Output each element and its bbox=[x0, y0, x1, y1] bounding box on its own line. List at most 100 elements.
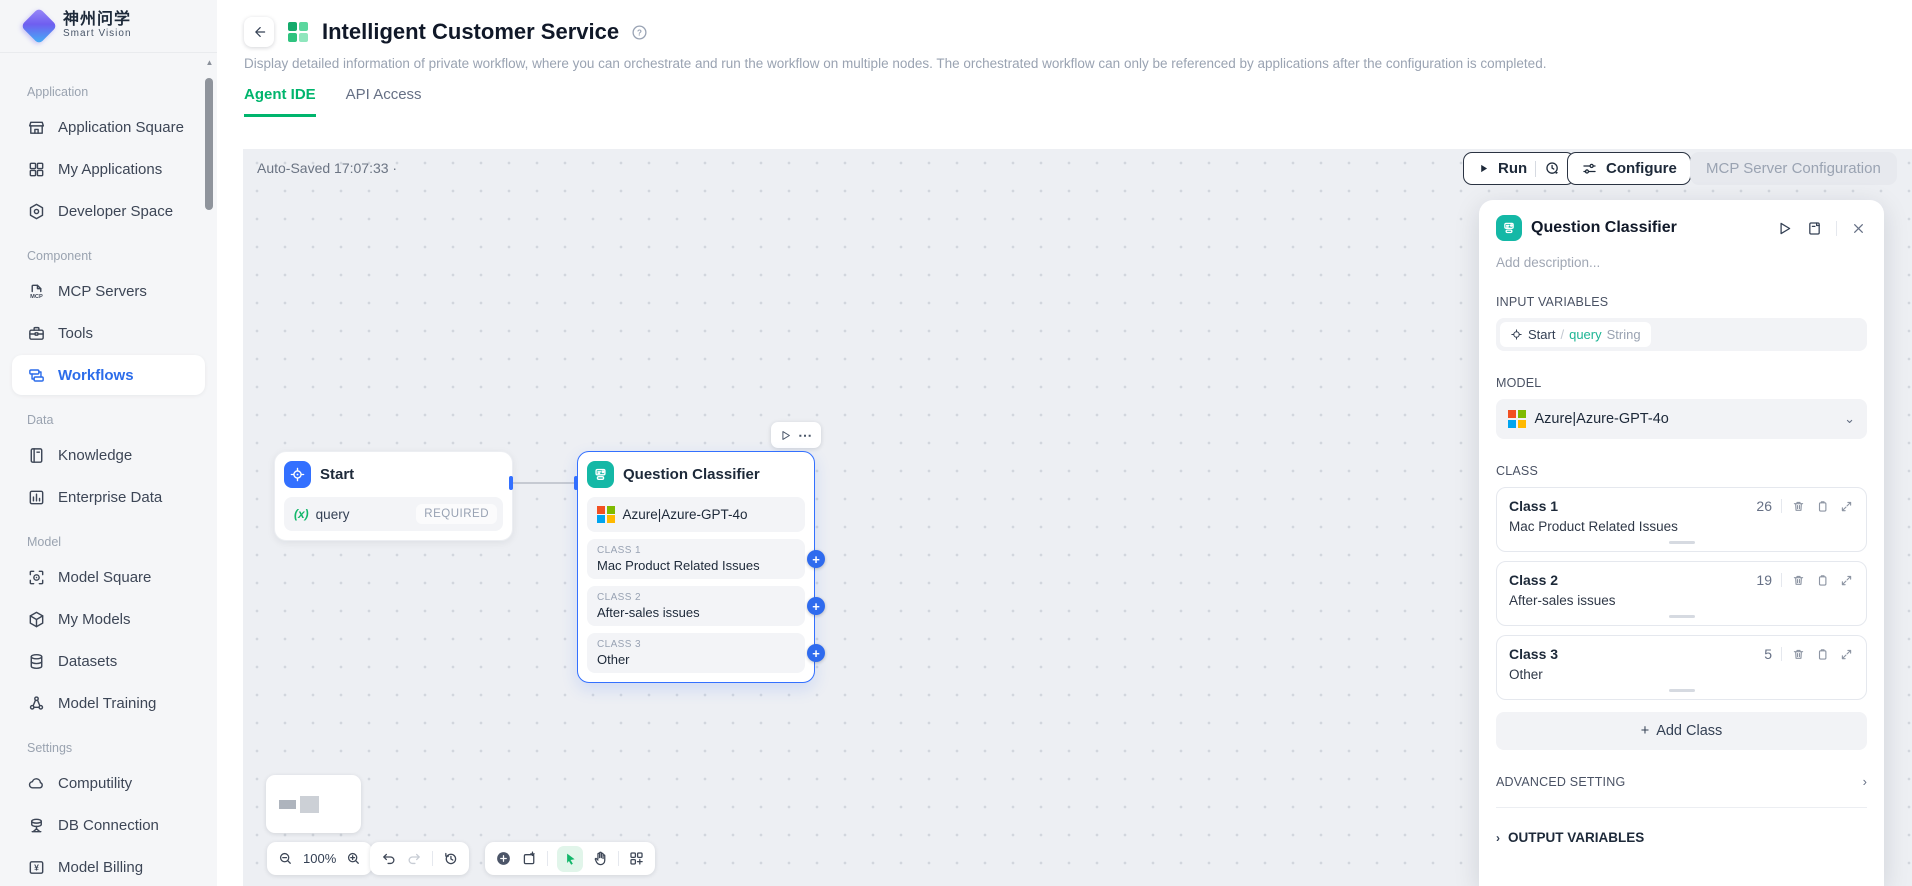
start-crosshair-icon bbox=[1510, 328, 1523, 341]
sidebar-item-label: MCP Servers bbox=[58, 283, 147, 300]
save-icon[interactable] bbox=[1806, 220, 1823, 237]
variable-name: query bbox=[316, 507, 350, 522]
sidebar-item-datasets[interactable]: Datasets bbox=[12, 641, 205, 681]
qc-class-row[interactable]: CLASS 2 After-sales issues + bbox=[587, 586, 805, 626]
question-classifier-node[interactable]: Question Classifier Azure|Azure-GPT-4o C… bbox=[577, 451, 815, 683]
qc-class-row[interactable]: CLASS 1 Mac Product Related Issues + bbox=[587, 539, 805, 579]
resize-handle[interactable] bbox=[1669, 615, 1695, 618]
sidebar-item-tools[interactable]: Tools bbox=[12, 313, 205, 353]
class-description[interactable]: Other bbox=[1509, 667, 1854, 682]
scrollbar-thumb[interactable] bbox=[205, 78, 213, 210]
chevron-down-icon: ⌄ bbox=[1844, 411, 1855, 427]
panel-play-icon[interactable] bbox=[1776, 220, 1793, 237]
microsoft-logo-icon bbox=[1508, 410, 1526, 428]
delete-icon[interactable] bbox=[1791, 647, 1806, 662]
copy-icon[interactable] bbox=[1815, 647, 1830, 662]
node-play-icon[interactable] bbox=[779, 429, 792, 442]
add-branch-handle[interactable]: + bbox=[807, 550, 825, 568]
qc-class-row[interactable]: CLASS 3 Other + bbox=[587, 633, 805, 673]
mcp-icon: MCP bbox=[27, 282, 46, 301]
button-divider bbox=[1535, 161, 1536, 177]
expand-icon[interactable] bbox=[1839, 647, 1854, 662]
add-branch-handle[interactable]: + bbox=[807, 644, 825, 662]
node-more-icon[interactable]: ⋯ bbox=[798, 430, 813, 440]
workflow-icon bbox=[27, 366, 46, 385]
add-branch-handle[interactable]: + bbox=[807, 597, 825, 615]
zoom-level[interactable]: 100% bbox=[303, 851, 336, 866]
tag-separator: / bbox=[1560, 327, 1564, 342]
start-node[interactable]: Start (x) query REQUIRED bbox=[274, 451, 513, 541]
undo-icon[interactable] bbox=[380, 850, 397, 867]
description-placeholder[interactable]: Add description... bbox=[1496, 255, 1867, 270]
tab-api-access[interactable]: API Access bbox=[346, 86, 422, 117]
variable-tag[interactable]: Start / query String bbox=[1500, 322, 1651, 347]
workflow-canvas[interactable]: Auto-Saved 17:07:33 · Run Configure MCP … bbox=[243, 149, 1912, 886]
add-class-button[interactable]: + Add Class bbox=[1496, 712, 1867, 750]
minimap[interactable] bbox=[266, 775, 361, 833]
sidebar-item-label: Developer Space bbox=[58, 203, 173, 220]
class-text: After-sales issues bbox=[597, 605, 795, 620]
close-icon[interactable] bbox=[1850, 220, 1867, 237]
tab-agent-ide[interactable]: Agent IDE bbox=[244, 86, 316, 117]
sidebar-item-model-training[interactable]: Model Training bbox=[12, 683, 205, 723]
source-handle[interactable] bbox=[509, 476, 513, 490]
scroll-up-arrow-icon[interactable]: ▲ bbox=[203, 56, 216, 70]
copy-icon[interactable] bbox=[1815, 573, 1830, 588]
sidebar-scrollbar[interactable]: ▲ bbox=[203, 56, 216, 876]
advanced-setting-row[interactable]: ADVANCED SETTING › bbox=[1496, 774, 1867, 789]
auto-layout-icon[interactable] bbox=[628, 850, 645, 867]
class-card[interactable]: Class 3 5 Other bbox=[1496, 635, 1867, 700]
sidebar-item-label: Knowledge bbox=[58, 447, 132, 464]
redo-icon[interactable] bbox=[406, 850, 423, 867]
back-button[interactable] bbox=[244, 17, 274, 47]
app-logo[interactable]: 神州问学 Smart Vision bbox=[0, 0, 217, 53]
zoom-in-icon[interactable] bbox=[345, 850, 362, 867]
sidebar-item-my-applications[interactable]: My Applications bbox=[12, 149, 205, 189]
mcp-server-configuration-button[interactable]: MCP Server Configuration bbox=[1690, 152, 1897, 185]
add-note-icon[interactable] bbox=[521, 850, 538, 867]
run-history-clock-icon[interactable] bbox=[1544, 160, 1561, 177]
class-description[interactable]: After-sales issues bbox=[1509, 593, 1854, 608]
delete-icon[interactable] bbox=[1791, 499, 1806, 514]
sidebar-item-db-connection[interactable]: DB Connection bbox=[12, 805, 205, 845]
class-name: Class 1 bbox=[1509, 498, 1747, 514]
section-label-application: Application bbox=[27, 85, 217, 99]
class-card[interactable]: Class 2 19 After-sales issues bbox=[1496, 561, 1867, 626]
run-button[interactable]: Run bbox=[1463, 152, 1575, 185]
configure-button[interactable]: Configure bbox=[1567, 152, 1691, 185]
sidebar-item-developer-space[interactable]: Developer Space bbox=[12, 191, 205, 231]
delete-icon[interactable] bbox=[1791, 573, 1806, 588]
zoom-out-icon[interactable] bbox=[277, 850, 294, 867]
copy-icon[interactable] bbox=[1815, 499, 1830, 514]
sidebar-item-enterprise-data[interactable]: Enterprise Data bbox=[12, 477, 205, 517]
expand-icon[interactable] bbox=[1839, 573, 1854, 588]
cursor-icon bbox=[563, 851, 578, 866]
expand-icon[interactable] bbox=[1839, 499, 1854, 514]
add-node-icon[interactable] bbox=[495, 850, 512, 867]
configure-label: Configure bbox=[1606, 160, 1677, 177]
output-variables-row[interactable]: › OUTPUT VARIABLES bbox=[1496, 830, 1867, 845]
sidebar-item-my-models[interactable]: My Models bbox=[12, 599, 205, 639]
sidebar-item-mcp-servers[interactable]: MCP MCP Servers bbox=[12, 271, 205, 311]
model-select[interactable]: Azure|Azure-GPT-4o ⌄ bbox=[1496, 399, 1867, 439]
model-square-icon bbox=[27, 568, 46, 587]
hand-tool-icon[interactable] bbox=[592, 850, 609, 867]
qc-model-chip[interactable]: Azure|Azure-GPT-4o bbox=[587, 497, 805, 532]
help-icon[interactable]: ? bbox=[631, 24, 648, 41]
resize-handle[interactable] bbox=[1669, 689, 1695, 692]
class-card[interactable]: Class 1 26 Mac Product Related Issues bbox=[1496, 487, 1867, 552]
class-description[interactable]: Mac Product Related Issues bbox=[1509, 519, 1854, 534]
start-variable-row[interactable]: (x) query REQUIRED bbox=[284, 497, 503, 531]
select-tool-active[interactable] bbox=[557, 846, 583, 872]
sidebar-item-application-square[interactable]: Application Square bbox=[12, 107, 205, 147]
sidebar-item-model-billing[interactable]: ¥ Model Billing bbox=[12, 847, 205, 886]
sidebar-item-computility[interactable]: Computility bbox=[12, 763, 205, 803]
sidebar-item-model-square[interactable]: Model Square bbox=[12, 557, 205, 597]
sidebar-item-knowledge[interactable]: Knowledge bbox=[12, 435, 205, 475]
input-variables-field[interactable]: Start / query String bbox=[1496, 318, 1867, 351]
resize-handle[interactable] bbox=[1669, 541, 1695, 544]
sidebar-item-workflows[interactable]: Workflows bbox=[12, 355, 205, 395]
class-card-header: Class 1 26 bbox=[1509, 498, 1854, 514]
history-icon[interactable] bbox=[442, 850, 459, 867]
app-root: 神州问学 Smart Vision ▲ Application Applicat… bbox=[0, 0, 1912, 886]
